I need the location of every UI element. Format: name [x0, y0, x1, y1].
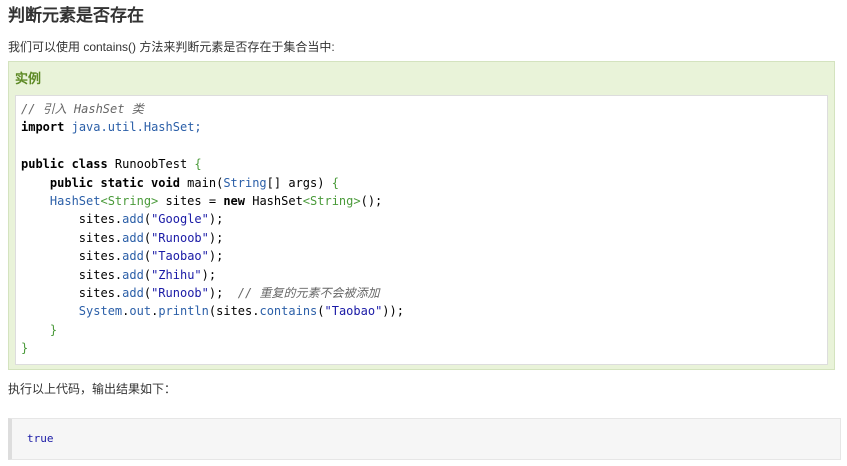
code-token: [] args) — [266, 175, 332, 190]
code-line: // 引入 HashSet 类 — [21, 100, 404, 118]
code-token: out — [129, 304, 152, 319]
code-token: add — [122, 267, 144, 282]
code-token: )); — [382, 304, 404, 319]
code-token: "Google" — [151, 212, 209, 227]
code-token: ); — [201, 267, 217, 282]
code-token: add — [122, 249, 144, 264]
code-line: HashSet<String> sites = new HashSet<Stri… — [21, 192, 404, 210]
code-token: "Runoob" — [151, 286, 209, 301]
code-token: // 重复的元素不会被添加 — [237, 286, 380, 301]
code-line: public static void main(String[] args) { — [21, 174, 404, 192]
code-token: ( — [143, 212, 152, 227]
code-token: ( — [317, 304, 325, 319]
code-line: public class RunoobTest { — [21, 155, 404, 173]
code-token: <String> — [100, 194, 159, 209]
output-box[interactable]: true — [8, 418, 841, 460]
code-token: public class — [21, 157, 108, 172]
code-token: contains — [259, 304, 318, 319]
code-line: sites.add("Zhihu"); — [21, 266, 404, 284]
code-token: { — [194, 157, 202, 172]
code-token: ); — [208, 249, 224, 264]
intro-text: 我们可以使用 contains() 方法来判断元素是否存在于集合当中: — [8, 40, 335, 54]
code-token: sites. — [21, 286, 123, 301]
code-token: } — [21, 341, 29, 356]
example-box: 实例 // 引入 HashSet 类 import java.util.HashS… — [8, 61, 835, 370]
code-token: new — [223, 194, 245, 209]
code-token: { — [331, 175, 339, 190]
code-token: sites. — [21, 267, 123, 282]
code-token: sites. — [21, 230, 123, 245]
code-token: public static void — [49, 175, 180, 190]
code-token: ( — [143, 286, 152, 301]
result-description: 执行以上代码，输出结果如下： — [8, 382, 177, 396]
code-token: System — [78, 304, 123, 319]
code-line: } — [21, 321, 404, 339]
output-text[interactable]: true — [27, 432, 54, 446]
code-token: "Taobao" — [151, 249, 209, 264]
code-line: sites.add("Google"); — [21, 210, 404, 228]
code-token: "Runoob" — [151, 230, 209, 245]
code-line: System.out.println(sites.contains("Taoba… — [21, 302, 404, 320]
code-token: ); — [208, 286, 238, 301]
code-token: ( — [143, 249, 152, 264]
code-token: add — [122, 212, 144, 227]
code-token: import — [21, 120, 65, 135]
code-token: HashSet — [245, 194, 303, 209]
code-token: ( — [143, 230, 152, 245]
code-token: add — [122, 286, 144, 301]
code-line: sites.add("Taobao"); — [21, 247, 404, 265]
code-token: } — [49, 322, 58, 337]
code-token: RunoobTest — [107, 157, 195, 172]
code-token: (); — [360, 194, 383, 209]
code-token: ( — [143, 267, 152, 282]
code-token: String — [223, 175, 267, 190]
code-token: main( — [179, 175, 224, 190]
page-title: 判断元素是否存在 — [8, 6, 144, 25]
code-panel[interactable]: // 引入 HashSet 类 import java.util.HashSet;… — [15, 95, 828, 365]
code-token: ); — [208, 212, 224, 227]
code-token: HashSet — [49, 194, 101, 209]
code-token: <String> — [302, 194, 361, 209]
code-token: "Taobao" — [324, 304, 383, 319]
code-token: ); — [208, 230, 224, 245]
code-token: java.util.HashSet; — [71, 120, 202, 135]
code-token: "Zhihu" — [151, 267, 202, 282]
code-line: sites.add("Runoob"); // 重复的元素不会被添加 — [21, 284, 404, 302]
code-token: sites = — [158, 194, 224, 209]
code-token: println — [158, 304, 209, 319]
code-token: add — [122, 230, 144, 245]
code-token: (sites. — [208, 304, 260, 319]
code-token: // 引入 HashSet 类 — [21, 102, 144, 116]
code-line: sites.add("Runoob"); — [21, 229, 404, 247]
code-token: sites. — [21, 212, 123, 227]
code-token: sites. — [21, 249, 123, 264]
code-block[interactable]: // 引入 HashSet 类 import java.util.HashSet;… — [21, 100, 404, 358]
code-line: import java.util.HashSet; — [21, 118, 404, 136]
example-label: 实例 — [15, 71, 42, 86]
code-line: } — [21, 339, 404, 357]
